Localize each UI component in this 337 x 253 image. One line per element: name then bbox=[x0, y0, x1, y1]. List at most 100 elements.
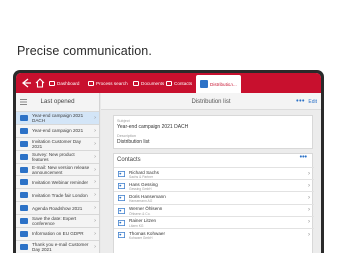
contact-card-icon bbox=[118, 195, 125, 202]
contacts-icon bbox=[166, 80, 172, 86]
sidebar-item[interactable]: Survey: New product features › bbox=[16, 149, 99, 163]
sidebar-item[interactable]: Year-end campaign 2021 › bbox=[16, 123, 99, 137]
tab-contacts-label: Contacts bbox=[174, 80, 193, 86]
chevron-right-icon: › bbox=[308, 170, 310, 177]
envelope-icon bbox=[20, 140, 28, 147]
document-icon bbox=[133, 80, 139, 86]
search-icon bbox=[88, 80, 94, 86]
tab-process-search[interactable]: Process search bbox=[88, 77, 128, 89]
chevron-right-icon: › bbox=[94, 192, 96, 199]
page-headline: Precise communication. bbox=[17, 44, 152, 58]
envelope-icon bbox=[20, 192, 28, 199]
chevron-right-icon: › bbox=[308, 231, 310, 238]
sidebar-item[interactable]: E-mail: New version release announcement… bbox=[16, 162, 99, 176]
sidebar-item[interactable]: Invitation Customer Day 2021 › bbox=[16, 136, 99, 150]
envelope-icon bbox=[20, 218, 28, 225]
sidebar-item-label: Year-end campaign 2021 bbox=[32, 128, 84, 134]
contact-name: Thomas Kohwaer bbox=[129, 230, 166, 236]
sidebar-item-label: Survey: New product features bbox=[32, 151, 75, 162]
description-label: Description bbox=[117, 134, 136, 138]
contact-row[interactable]: Thomas Kohwaer Kohwaer GmbH › bbox=[114, 228, 314, 240]
sidebar-item-label: Agenda Roadshow 2021 bbox=[32, 205, 83, 211]
envelope-icon bbox=[20, 114, 28, 121]
dashboard-icon bbox=[49, 80, 55, 86]
sidebar-item[interactable]: Agenda Roadshow 2021 › bbox=[16, 201, 99, 214]
sidebar-item-label: Invitation Trade fair London bbox=[32, 192, 88, 198]
chevron-right-icon: › bbox=[308, 194, 310, 201]
sidebar-item[interactable]: Information on EU GDPR › bbox=[16, 227, 99, 240]
chevron-right-icon: › bbox=[94, 115, 96, 121]
chevron-right-icon: › bbox=[94, 218, 96, 225]
sidebar-item-label: Invitation Webinar reminder bbox=[32, 179, 89, 185]
contact-name: Doris Hansemann bbox=[129, 193, 166, 199]
contact-name: Werner Öhlsenn bbox=[129, 206, 163, 212]
contact-row[interactable]: Hans Gessing Gessing GmbH › bbox=[114, 179, 314, 191]
tab-dashboard-label: Dashboard bbox=[57, 80, 80, 86]
chevron-right-icon: › bbox=[94, 205, 96, 212]
subject-label: Subject bbox=[117, 119, 130, 123]
envelope-icon bbox=[20, 153, 28, 160]
description-field[interactable]: Distribution list bbox=[117, 139, 150, 145]
back-arrow-icon[interactable] bbox=[20, 77, 32, 89]
contact-company: Kohwaer GmbH bbox=[129, 236, 153, 240]
envelope-icon bbox=[20, 205, 28, 212]
contact-row[interactable]: Werner Öhlsenn Öhlsenn & Co. › bbox=[114, 203, 314, 216]
envelope-icon bbox=[20, 166, 28, 173]
home-icon[interactable] bbox=[34, 77, 46, 89]
sidebar-item-label: Year-end campaign 2021 DACH bbox=[32, 112, 84, 123]
chevron-right-icon: › bbox=[94, 231, 96, 238]
chevron-right-icon: › bbox=[94, 127, 96, 134]
sidebar-item-label: Information on EU GDPR bbox=[32, 231, 84, 237]
distribution-icon bbox=[200, 80, 208, 88]
tab-process-search-label: Process search bbox=[96, 80, 128, 86]
contact-card-icon bbox=[118, 207, 125, 214]
main-panel: Distribution list ••• Edit Subject Year-… bbox=[101, 93, 321, 253]
contact-card-icon bbox=[118, 219, 125, 226]
contact-row[interactable]: Doris Hansemann Hansemann AG › bbox=[114, 191, 314, 203]
tablet-frame: Dashboard Process search Documents Conta… bbox=[13, 70, 324, 253]
page-title: Distribution list bbox=[191, 99, 231, 105]
sidebar-item-label: E-mail: New version release announcement bbox=[32, 164, 90, 175]
app-screen: Dashboard Process search Documents Conta… bbox=[16, 73, 321, 253]
sidebar-title: Last opened bbox=[40, 98, 75, 105]
subject-field[interactable]: Year-end campaign 2021 DACH bbox=[117, 124, 188, 130]
sidebar-header: Last opened bbox=[16, 93, 99, 111]
sidebar-item-label: Thank you e-mail Customer Day 2021 bbox=[32, 241, 89, 252]
main-header: Distribution list ••• Edit bbox=[101, 93, 321, 110]
tab-documents-label: Documents bbox=[141, 80, 165, 86]
contact-card-icon bbox=[118, 171, 125, 177]
chevron-right-icon: › bbox=[308, 182, 310, 189]
contact-name: Richard Sachs bbox=[129, 169, 159, 175]
contact-row[interactable]: Rainer Litzen Litzen KG › bbox=[114, 215, 314, 228]
sidebar-item[interactable]: Year-end campaign 2021 DACH › bbox=[16, 111, 99, 124]
sidebar-item[interactable]: Save the date: Expert conference › bbox=[16, 214, 99, 227]
sidebar-item-label: Invitation Customer Day 2021 bbox=[32, 138, 82, 149]
tab-distribution-list[interactable]: Distribution... bbox=[196, 75, 241, 93]
edit-button[interactable]: Edit bbox=[308, 99, 317, 105]
sidebar: Last opened Year-end campaign 2021 DACH … bbox=[16, 93, 100, 253]
contacts-more-icon[interactable]: ••• bbox=[300, 154, 307, 161]
contact-name: Rainer Litzen bbox=[129, 218, 157, 224]
contact-name: Hans Gessing bbox=[129, 181, 158, 187]
contact-card-icon bbox=[118, 232, 125, 238]
sidebar-item[interactable]: Invitation Trade fair London › bbox=[16, 188, 99, 201]
chevron-right-icon: › bbox=[94, 140, 96, 147]
more-options-icon[interactable]: ••• bbox=[296, 98, 305, 105]
sidebar-item[interactable]: Thank you e-mail Customer Day 2021 › bbox=[16, 239, 99, 253]
chevron-right-icon: › bbox=[94, 166, 96, 173]
chevron-right-icon: › bbox=[94, 153, 96, 160]
contact-card-icon bbox=[118, 183, 125, 190]
sidebar-item-label: Save the date: Expert conference bbox=[32, 216, 77, 227]
contact-row[interactable]: Richard Sachs Sachs & Partner › bbox=[114, 167, 314, 179]
envelope-icon bbox=[20, 243, 28, 250]
chevron-right-icon: › bbox=[308, 219, 310, 226]
tab-contacts[interactable]: Contacts bbox=[166, 77, 192, 89]
contacts-section: Contacts ••• Richard Sachs Sachs & Partn… bbox=[113, 153, 314, 253]
tab-documents[interactable]: Documents bbox=[133, 77, 164, 89]
envelope-icon bbox=[20, 179, 28, 186]
add-tab-button[interactable]: + bbox=[227, 75, 234, 89]
envelope-icon bbox=[20, 127, 28, 134]
tab-dashboard[interactable]: Dashboard bbox=[49, 77, 79, 89]
chevron-right-icon: › bbox=[94, 179, 96, 186]
sidebar-item[interactable]: Invitation Webinar reminder › bbox=[16, 175, 99, 188]
